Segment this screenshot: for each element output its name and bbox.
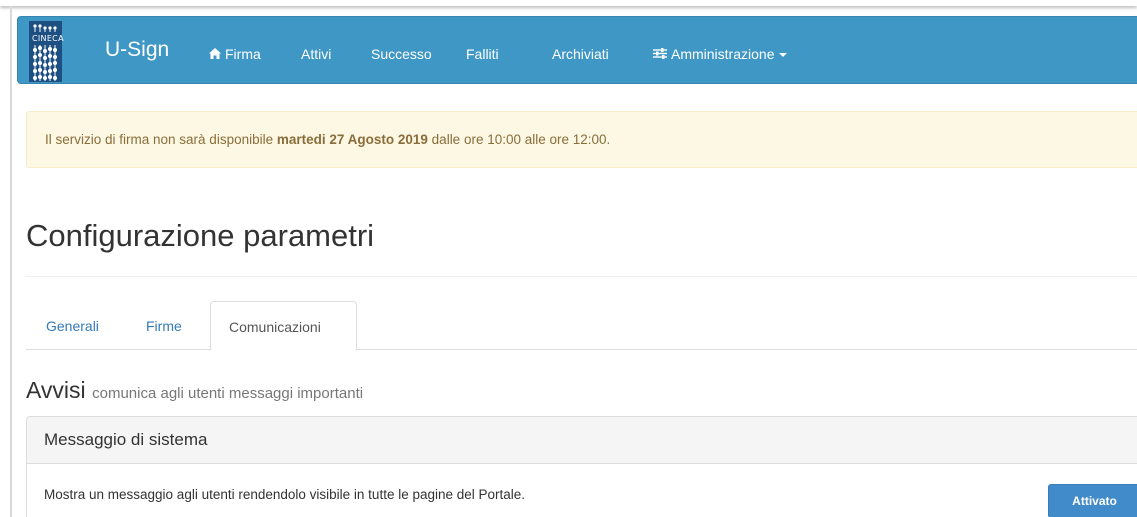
nav-item-falliti[interactable]: Falliti bbox=[466, 46, 499, 62]
section-heading: Avvisi comunica agli utenti messaggi imp… bbox=[26, 377, 363, 404]
page-title: Configurazione parametri bbox=[26, 218, 375, 253]
nav-item-amministrazione[interactable]: Amministrazione bbox=[653, 46, 788, 62]
nav-item-label: Amministrazione bbox=[671, 46, 775, 62]
panel-title: Messaggio di sistema bbox=[44, 430, 208, 449]
activated-toggle-button[interactable]: Attivato bbox=[1048, 484, 1137, 517]
panel-description: Mostra un messaggio agli utenti rendendo… bbox=[44, 487, 526, 502]
nav-item-label: Firma bbox=[225, 46, 261, 62]
alert-date: martedi 27 Agosto 2019 bbox=[276, 132, 428, 147]
window-top-edge bbox=[0, 0, 1137, 6]
panel-heading: Messaggio di sistema bbox=[27, 417, 1137, 464]
system-message-panel: Messaggio di sistema Mostra un messaggio… bbox=[26, 416, 1137, 517]
alert-message: Il servizio di firma non sarà disponibil… bbox=[45, 132, 610, 147]
chevron-down-icon bbox=[779, 53, 788, 58]
nav-item-firma[interactable]: Firma bbox=[209, 46, 261, 62]
window-left-edge bbox=[10, 6, 12, 517]
nav-item-archiviati[interactable]: Archiviati bbox=[552, 46, 609, 62]
cineca-logo[interactable]: CINECA bbox=[29, 20, 107, 82]
tab-generali[interactable]: Generali bbox=[46, 301, 99, 350]
app-name[interactable]: U-Sign bbox=[105, 38, 169, 62]
sliders-icon bbox=[653, 47, 667, 62]
navbar: CINECA U-Sign Firma Attivi Successo Fall… bbox=[17, 16, 1137, 84]
alert-text-after: dalle ore 10:00 alle ore 12:00. bbox=[427, 132, 611, 147]
section-subtitle: comunica agli utenti messaggi importanti bbox=[92, 385, 364, 402]
abacus-beads-icon bbox=[33, 44, 57, 81]
nav-item-attivi[interactable]: Attivi bbox=[301, 46, 331, 62]
abacus-icon bbox=[33, 23, 57, 32]
home-icon bbox=[209, 47, 221, 62]
section-title: Avvisi bbox=[26, 377, 86, 403]
logo-mark: CINECA bbox=[29, 20, 64, 82]
nav-item-successo[interactable]: Successo bbox=[371, 46, 432, 62]
tab-comunicazioni[interactable]: Comunicazioni bbox=[210, 301, 357, 351]
logo-text: CINECA bbox=[32, 33, 64, 43]
alert-text-before: Il servizio di firma non sarà disponibil… bbox=[45, 132, 277, 147]
tab-firme[interactable]: Firme bbox=[146, 301, 182, 350]
divider bbox=[26, 276, 1137, 277]
maintenance-alert: Il servizio di firma non sarà disponibil… bbox=[26, 111, 1137, 168]
tab-bar: Generali Firme Comunicazioni bbox=[26, 301, 1137, 351]
